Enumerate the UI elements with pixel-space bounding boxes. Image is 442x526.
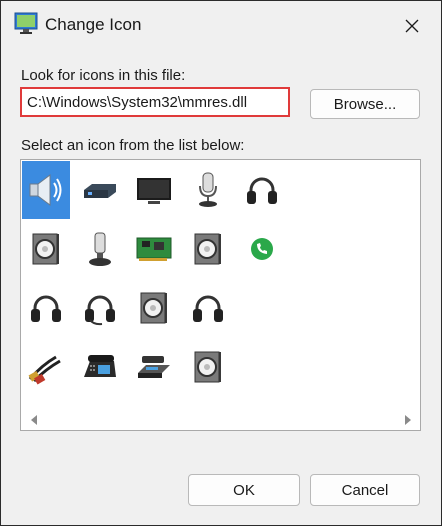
- icon-item[interactable]: [130, 338, 178, 396]
- close-button[interactable]: [395, 9, 429, 43]
- headset-mic-icon: [89, 232, 111, 266]
- speaker-box-icon: [194, 233, 221, 265]
- icon-item[interactable]: [22, 338, 70, 396]
- close-icon: [405, 19, 419, 33]
- icon-item[interactable]: [184, 338, 232, 396]
- icon-item[interactable]: [76, 161, 124, 219]
- cancel-button[interactable]: Cancel: [310, 474, 420, 506]
- title-bar: Change Icon: [1, 1, 441, 51]
- headphones-icon: [193, 295, 223, 322]
- audio-cable-icon: [28, 355, 61, 385]
- file-path-input[interactable]: [22, 89, 289, 115]
- audio-device-icon: [84, 184, 116, 198]
- icon-item[interactable]: [184, 279, 232, 337]
- phone-green-icon: [251, 238, 273, 260]
- icon-item[interactable]: [184, 161, 232, 219]
- speaker-icon: [29, 174, 62, 206]
- headphones-icon: [247, 177, 277, 204]
- icon-item[interactable]: [76, 338, 124, 396]
- icon-list[interactable]: [20, 159, 421, 431]
- speaker-box-icon: [194, 351, 221, 383]
- headphones-icon: [31, 295, 61, 322]
- list-label: Select an icon from the list below:: [21, 137, 245, 154]
- icon-item[interactable]: [22, 161, 70, 219]
- icon-item[interactable]: [130, 279, 178, 337]
- icon-item[interactable]: [130, 161, 178, 219]
- ok-button[interactable]: OK: [188, 474, 300, 506]
- scroll-left-icon[interactable]: [30, 415, 38, 425]
- speaker-box-icon: [140, 292, 167, 324]
- headset-icon: [85, 295, 115, 326]
- app-window-icon: [14, 12, 38, 34]
- icon-item[interactable]: [22, 279, 70, 337]
- change-icon-dialog: Change Icon Look for icons in this file:…: [0, 0, 442, 526]
- icon-item[interactable]: [184, 220, 232, 278]
- microphone-icon: [199, 172, 217, 207]
- window-title: Change Icon: [45, 15, 142, 34]
- hdmi-device-icon: [138, 356, 170, 378]
- icon-item[interactable]: [130, 220, 178, 278]
- file-label: Look for icons in this file:: [21, 67, 186, 84]
- icon-item[interactable]: [76, 279, 124, 337]
- telephone-icon: [84, 355, 116, 377]
- speaker-box-icon: [32, 233, 59, 265]
- monitor-icon: [137, 178, 171, 204]
- horizontal-scrollbar[interactable]: [22, 411, 419, 429]
- icon-item[interactable]: [238, 220, 286, 278]
- sound-card-icon: [136, 237, 172, 261]
- browse-button[interactable]: Browse...: [310, 89, 420, 119]
- file-path-field[interactable]: [20, 87, 290, 117]
- scroll-right-icon[interactable]: [404, 415, 412, 425]
- icon-item[interactable]: [22, 220, 70, 278]
- icon-item[interactable]: [76, 220, 124, 278]
- icon-item[interactable]: [238, 161, 286, 219]
